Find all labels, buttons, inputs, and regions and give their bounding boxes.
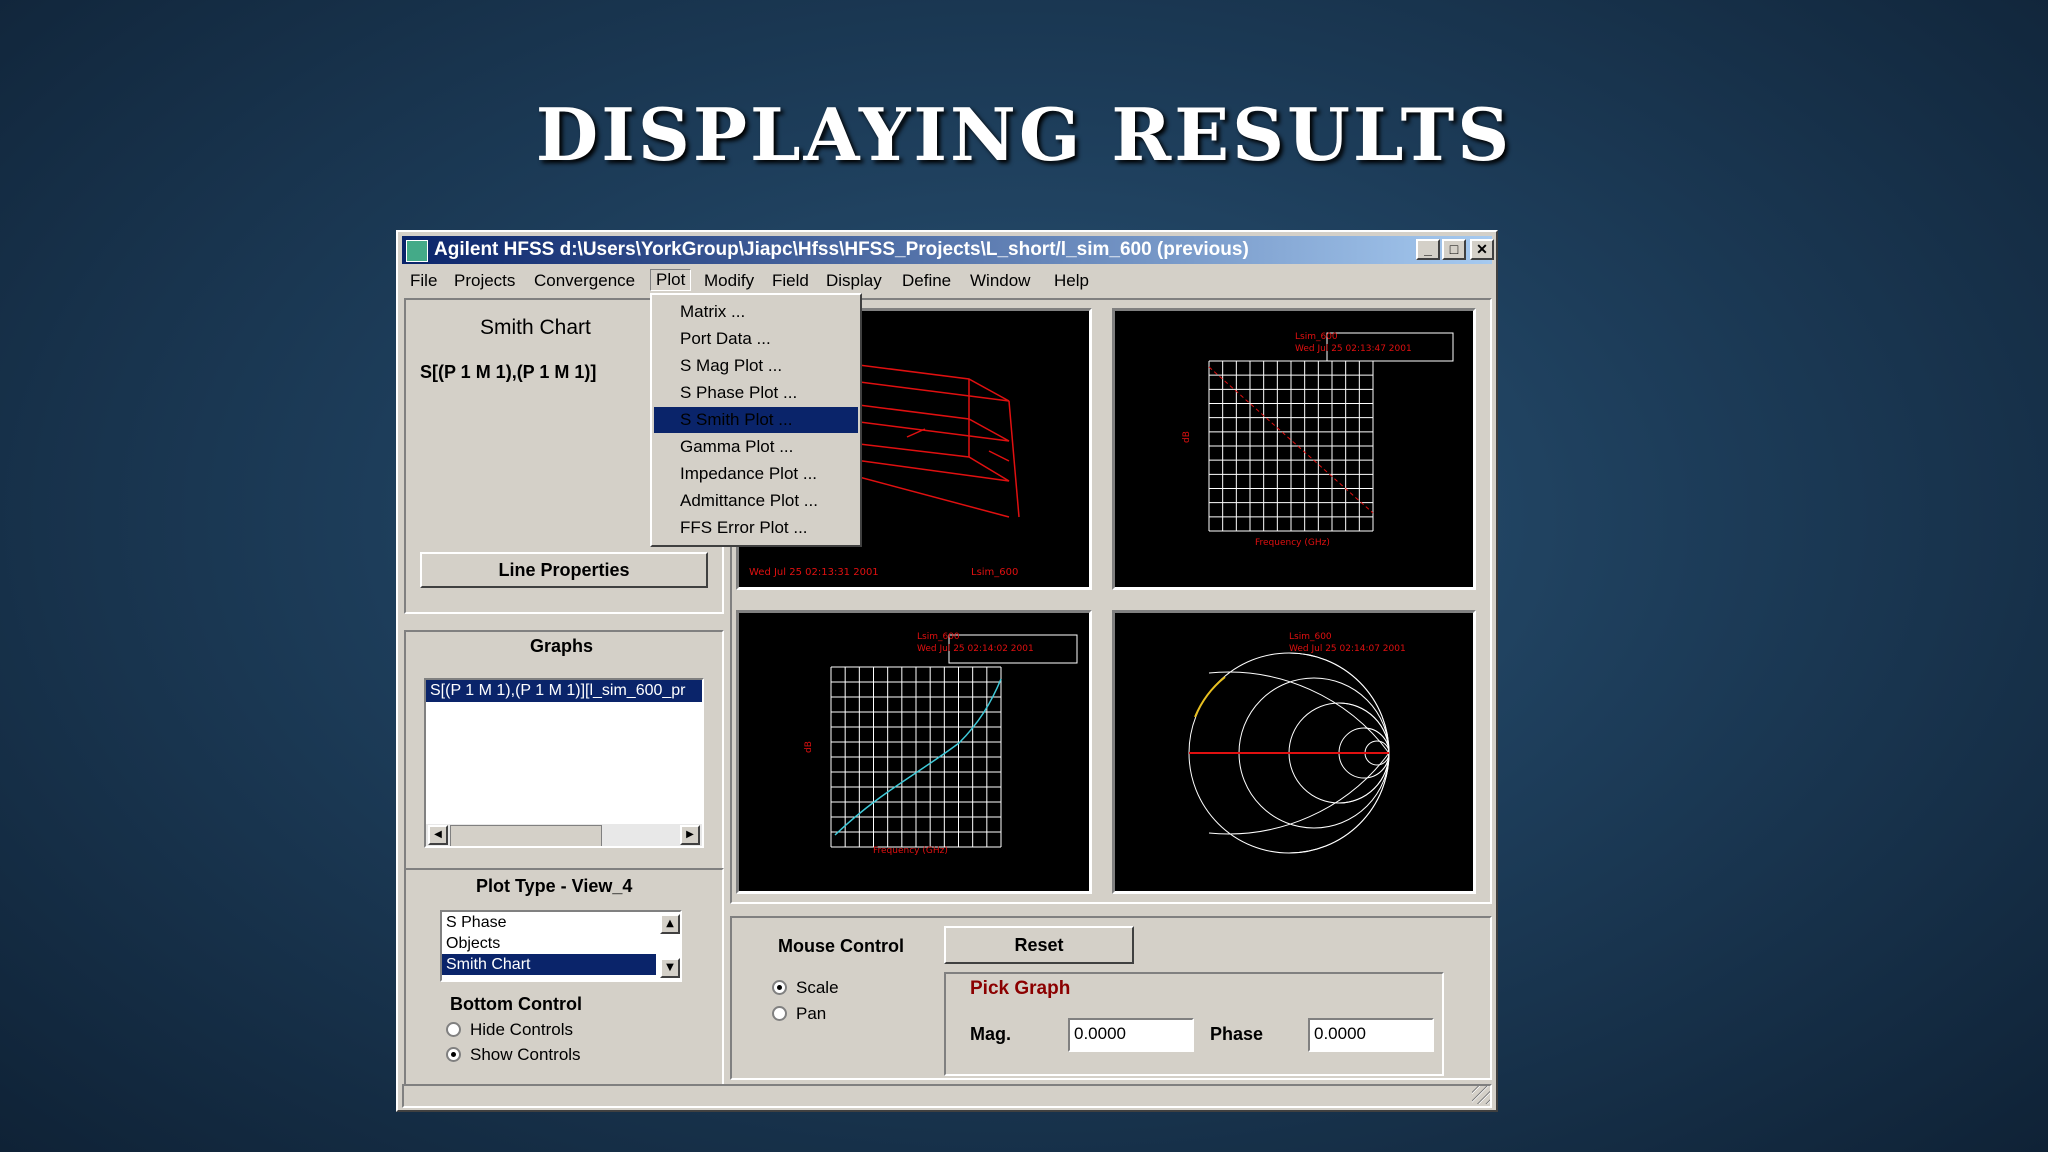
scale-label: Scale — [796, 978, 839, 997]
geometry-footer-right: Lsim_600 — [971, 567, 1018, 578]
menu-item-s-phase-plot[interactable]: S Phase Plot ... — [654, 380, 858, 406]
smith-trace — [1194, 676, 1226, 718]
box-edge — [988, 450, 1010, 462]
minimize-button[interactable]: _ — [1416, 239, 1440, 260]
menu-item-port-data[interactable]: Port Data ... — [654, 326, 858, 352]
title-bar[interactable]: Agilent HFSS d:\Users\YorkGroup\Jiapc\Hf… — [402, 236, 1494, 264]
graph-list-item[interactable]: S[(P 1 M 1),(P 1 M 1)][l_sim_600_pr — [426, 680, 702, 702]
menu-item-s-smith-plot[interactable]: S Smith Plot ... — [654, 407, 858, 433]
menu-define[interactable]: Define — [902, 271, 951, 291]
pick-graph-group: Pick Graph Mag. 0.0000 Phase 0.0000 — [944, 972, 1444, 1076]
resize-grip-icon[interactable] — [1472, 1086, 1490, 1104]
mag-input[interactable]: 0.0000 — [1068, 1018, 1194, 1052]
hfss-window: Agilent HFSS d:\Users\YorkGroup\Jiapc\Hf… — [396, 230, 1498, 1112]
close-button[interactable]: ✕ — [1470, 239, 1494, 260]
mouse-control-panel: Mouse Control Reset Scale Pan Pick Graph… — [730, 916, 1492, 1080]
slide-title: DISPLAYING RESULTS — [535, 92, 1513, 177]
pan-radio[interactable] — [772, 1006, 787, 1021]
box-edge — [906, 428, 926, 438]
plot-type-option[interactable]: Objects — [442, 933, 656, 954]
menu-item-s-mag-plot[interactable]: S Mag Plot ... — [654, 353, 858, 379]
menu-help[interactable]: Help — [1054, 271, 1089, 291]
mag-plot-xlabel: Frequency (GHz) — [1255, 538, 1330, 548]
plot-dropdown-menu: Matrix ... Port Data ... S Mag Plot ... … — [650, 293, 862, 547]
menu-file[interactable]: File — [410, 271, 437, 291]
show-controls-label: Show Controls — [470, 1045, 581, 1064]
mag-plot-ylabel: dB — [1182, 431, 1192, 443]
phase-plot-xlabel: Frequency (GHz) — [873, 846, 948, 856]
plot-type-heading: Plot Type - View_4 — [476, 876, 633, 896]
menu-item-impedance-plot[interactable]: Impedance Plot ... — [654, 461, 858, 487]
line-properties-button[interactable]: Line Properties — [420, 552, 708, 588]
smith-plot-name: Lsim_600 — [1289, 632, 1332, 642]
phase-plot-ylabel: dB — [804, 741, 814, 753]
panel-heading: Smith Chart — [480, 316, 591, 339]
window-title: Agilent HFSS d:\Users\YorkGroup\Jiapc\Hf… — [434, 239, 1249, 260]
phase-plot-view[interactable]: Lsim_600 Wed Jul 25 02:14:02 2001 Freque… — [736, 610, 1092, 894]
menu-modify[interactable]: Modify — [704, 271, 754, 291]
graphs-heading: Graphs — [530, 636, 594, 656]
menu-item-gamma-plot[interactable]: Gamma Plot ... — [654, 434, 858, 460]
smith-x-arc — [1363, 752, 1390, 779]
status-bar — [402, 1084, 1492, 1108]
menu-item-ffs-error-plot[interactable]: FFS Error Plot ... — [654, 515, 858, 541]
smith-x-arc — [1363, 727, 1390, 754]
scale-radio[interactable] — [772, 980, 787, 995]
scroll-up-icon[interactable]: ▲ — [660, 914, 680, 934]
mag-plot-timestamp: Wed Jul 25 02:13:47 2001 — [1295, 344, 1412, 354]
phase-input[interactable]: 0.0000 — [1308, 1018, 1434, 1052]
plot-type-option-selected[interactable]: Smith Chart — [442, 954, 656, 975]
app-icon — [406, 240, 428, 262]
menu-field[interactable]: Field — [772, 271, 809, 291]
menu-item-admittance-plot[interactable]: Admittance Plot ... — [654, 488, 858, 514]
scroll-thumb[interactable] — [450, 825, 602, 846]
plot-type-panel: Plot Type - View_4 S Phase Objects Smith… — [404, 868, 724, 1090]
scroll-down-icon[interactable]: ▼ — [660, 958, 680, 978]
pan-label: Pan — [796, 1004, 827, 1023]
pick-graph-title: Pick Graph — [970, 978, 1071, 999]
graphs-list[interactable]: S[(P 1 M 1),(P 1 M 1)][l_sim_600_pr ◀ ▶ — [424, 678, 704, 848]
menu-window[interactable]: Window — [970, 271, 1030, 291]
mouse-control-label: Mouse Control — [778, 936, 904, 956]
phase-label: Phase — [1210, 1024, 1264, 1044]
maximize-button[interactable]: □ — [1442, 239, 1466, 260]
reset-button[interactable]: Reset — [944, 926, 1134, 964]
plot-type-option[interactable]: S Phase — [442, 912, 656, 933]
show-controls-radio[interactable] — [446, 1047, 461, 1062]
smith-plot-view[interactable]: Lsim_600 Wed Jul 25 02:14:07 2001 — [1112, 610, 1476, 894]
phase-plot-name: Lsim_600 — [917, 632, 960, 642]
mag-plot-svg: Lsim_600 Wed Jul 25 02:13:47 2001 Freque… — [1182, 332, 1454, 548]
plot-type-list[interactable]: S Phase Objects Smith Chart ▲ ▼ — [440, 910, 682, 982]
mag-plot-name: Lsim_600 — [1295, 332, 1338, 342]
horizontal-scrollbar[interactable]: ◀ ▶ — [426, 824, 702, 846]
hide-controls-radio[interactable] — [446, 1022, 461, 1037]
mag-label: Mag. — [970, 1024, 1012, 1044]
menu-projects[interactable]: Projects — [454, 271, 515, 291]
menu-item-matrix[interactable]: Matrix ... — [654, 299, 858, 325]
smith-chart-svg: Lsim_600 Wed Jul 25 02:14:07 2001 — [1188, 632, 1406, 854]
s-parameter-label: S[(P 1 M 1),(P 1 M 1)] — [420, 362, 597, 382]
scroll-left-icon[interactable]: ◀ — [428, 825, 448, 845]
phase-plot-timestamp: Wed Jul 25 02:14:02 2001 — [917, 644, 1034, 654]
phase-plot-svg: Lsim_600 Wed Jul 25 02:14:02 2001 Freque… — [804, 632, 1078, 856]
scroll-right-icon[interactable]: ▶ — [680, 825, 700, 845]
menu-bar: File Projects Convergence Plot Modify Fi… — [402, 266, 1492, 296]
geometry-footer-left: Wed Jul 25 02:13:31 2001 — [749, 567, 879, 578]
menu-convergence[interactable]: Convergence — [534, 271, 635, 291]
hide-controls-label: Hide Controls — [470, 1020, 573, 1039]
menu-plot[interactable]: Plot — [650, 269, 692, 291]
mag-plot-view[interactable]: Lsim_600 Wed Jul 25 02:13:47 2001 Freque… — [1112, 308, 1476, 590]
menu-display[interactable]: Display — [826, 271, 882, 291]
smith-plot-timestamp: Wed Jul 25 02:14:07 2001 — [1289, 644, 1406, 654]
box-edge — [1008, 400, 1020, 518]
bottom-control-label: Bottom Control — [450, 994, 582, 1014]
